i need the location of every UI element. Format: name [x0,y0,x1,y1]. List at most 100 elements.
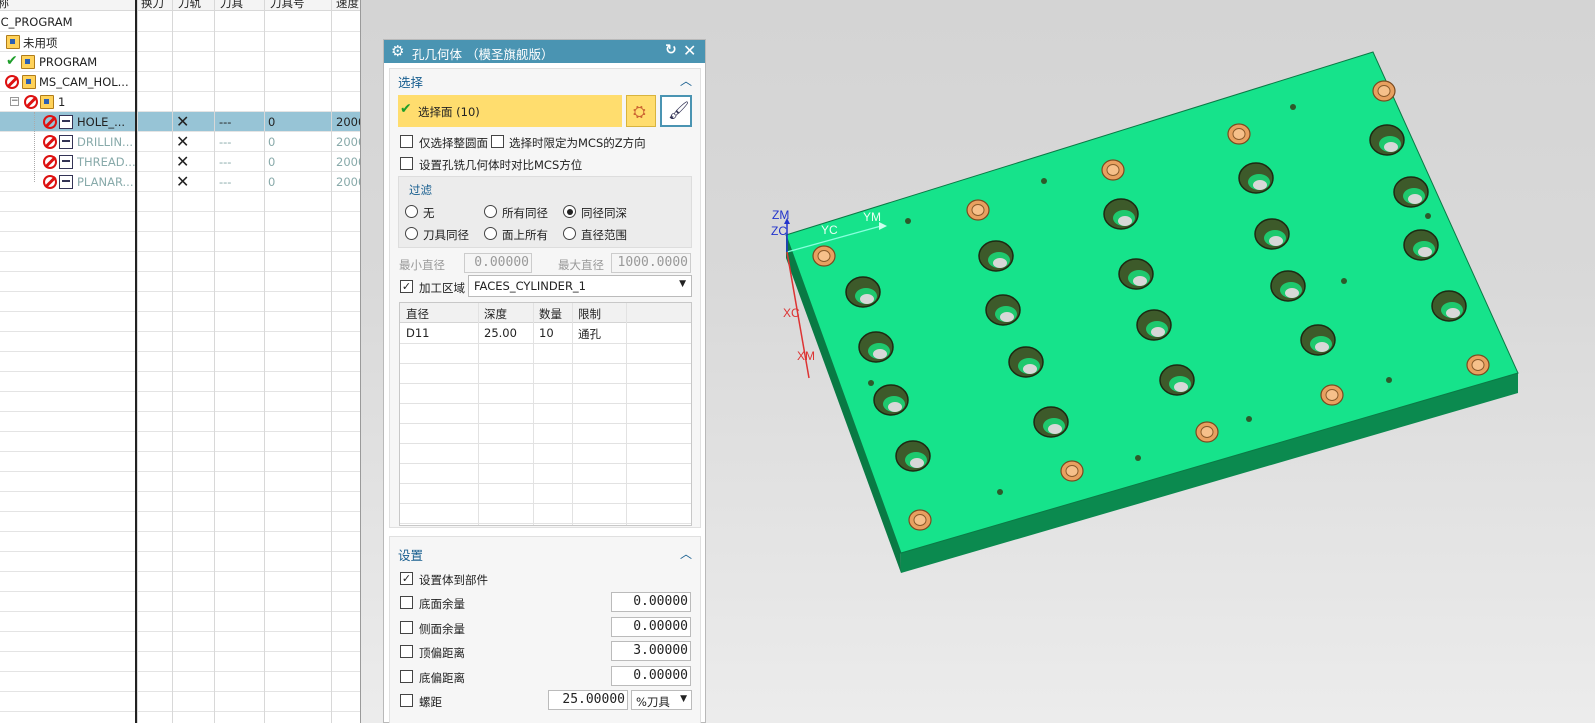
machining-area-select[interactable]: FACES_CYLINDER_1 ▼ [468,275,692,297]
tool-cell: --- [219,135,232,149]
paint-select-button[interactable]: 🖌 [660,95,692,127]
tree-row-ms-cam-hole[interactable]: MS_CAM_HOL... [0,72,361,92]
pitch-checkbox[interactable] [400,694,413,707]
filter-on-face-radio[interactable] [484,227,497,240]
pitch-input[interactable]: 25.00000 [548,690,628,710]
empty-row [0,672,361,692]
row-label: 1 [58,95,66,109]
tree-row-program[interactable]: ✔ PROGRAM [0,52,361,72]
table-row-line [400,503,691,504]
th-count[interactable]: 数量 [539,306,562,322]
tree-splitter[interactable] [135,0,137,723]
th-diameter[interactable]: 直径 [406,306,429,322]
hole-bottom [1253,180,1267,190]
empty-row [0,372,361,392]
bottom-stock-checkbox[interactable] [400,596,413,609]
filter-same-dia-label: 所有同径 [502,206,548,220]
table-row-line [400,523,691,524]
filter-same-dia-radio[interactable] [484,205,497,218]
hole-bottom [1118,216,1132,226]
no-entry-icon [43,135,57,149]
bottom-offset-checkbox[interactable] [400,670,413,683]
table-row-line [400,483,691,484]
compare-mcs-checkbox[interactable] [400,157,413,170]
col-speed[interactable]: 速度 [336,0,359,11]
mcs-z-checkbox[interactable] [491,135,504,148]
empty-row [0,292,361,312]
hole-table[interactable]: 直径 深度 数量 限制 D11 25.00 10 通孔 [399,302,692,526]
collapse-icon[interactable]: − [10,97,19,106]
filter-none-radio[interactable] [405,205,418,218]
top-offset-label: 顶偏距离 [419,646,465,660]
bottom-offset-input[interactable]: 0.00000 [611,666,691,686]
pitch-unit-select[interactable]: %刀具 ▼ [631,690,692,710]
small-hole [1425,213,1431,219]
tree-row-group-1[interactable]: − 1 [0,92,361,112]
tree-row-thread-op[interactable]: THREAD... ✕ --- 0 2000 [0,152,361,172]
settings-section-title[interactable]: 设置 [398,545,423,564]
pitch-label: 螺距 [419,695,442,709]
folder-icon [6,35,20,49]
small-hole [997,489,1003,495]
small-hole [1246,416,1252,422]
mcs-z-label: 选择时限定为MCS的Z方向 [509,136,646,150]
collapse-chevron-icon[interactable]: ︿ [680,545,692,562]
empty-row [0,252,361,272]
hole-bore [1065,465,1079,477]
th-limit[interactable]: 限制 [578,306,601,322]
small-hole [868,380,874,386]
col-tool[interactable]: 刀具 [220,0,243,11]
column-divider [331,0,332,723]
zm-label: ZM [772,208,789,222]
tree-row-planar-op[interactable]: PLANAR... ✕ --- 0 2000 [0,172,361,192]
bottom-stock-input[interactable]: 0.00000 [611,592,691,612]
hole-bottom [993,258,1007,268]
machining-area-checkbox[interactable]: ✓ [400,280,413,293]
bottom-stock-label: 底面余量 [419,597,465,611]
full-circle-checkbox[interactable] [400,135,413,148]
min-dia-input[interactable]: 0.00000 [464,253,532,273]
top-offset-input[interactable]: 3.00000 [611,641,691,661]
min-dia-label: 最小直径 [399,258,445,272]
select-section-title[interactable]: 选择 [398,72,423,91]
max-dia-input[interactable]: 1000.0000 [611,253,691,273]
filter-tool-dia-radio[interactable] [405,227,418,240]
no-entry-icon [5,75,19,89]
small-hole [1135,455,1141,461]
close-icon[interactable]: ✕ [683,41,696,60]
brush-icon: 🖌 [668,101,690,121]
table-row-line [400,363,691,364]
tree-row-unused[interactable]: 未用项 [0,32,361,52]
hole-bottom [1000,312,1014,322]
collapse-chevron-icon[interactable]: ︿ [680,72,692,89]
hole-bottom [1446,308,1460,318]
no-entry-icon [24,95,38,109]
ym-label: YM [863,210,881,224]
side-stock-input[interactable]: 0.00000 [611,617,691,637]
empty-row [0,492,361,512]
col-toolpath[interactable]: 刀轨 [178,0,201,11]
top-offset-checkbox[interactable] [400,645,413,658]
col-name[interactable]: 名称 [0,0,9,11]
col-tool-number[interactable]: 刀具号 [270,0,305,11]
set-body-checkbox[interactable]: ✓ [400,572,413,585]
hole-bore [1200,426,1214,438]
face-selector-button[interactable]: ⛭ [626,95,656,127]
hole-bottom [1269,236,1283,246]
hole-bore [1325,389,1339,401]
filter-same-dia-depth-radio[interactable] [563,205,576,218]
tree-row-drilling-op[interactable]: DRILLIN... ✕ --- 0 2000 [0,132,361,152]
tree-row-nc-program[interactable]: NC_PROGRAM [0,12,361,32]
reset-icon[interactable]: ↻ [665,42,677,58]
machining-area-value: FACES_CYLINDER_1 [474,279,587,293]
select-face-button[interactable]: ✔ 选择面 (10) [398,95,622,127]
filter-dia-range-radio[interactable] [563,227,576,240]
dialog-titlebar[interactable]: ⚙ 孔几何体 （模圣旗舰版） ↻ ✕ [384,40,705,63]
cell-limit: 通孔 [578,327,601,341]
speed-cell: 2000 [336,135,361,149]
tree-row-hole-op[interactable]: HOLE_... ✕ --- 0 2000 [0,112,361,132]
th-depth[interactable]: 深度 [484,306,507,322]
check-icon: ✔ [400,101,412,117]
col-tool-change[interactable]: 换刀 [141,0,164,11]
side-stock-checkbox[interactable] [400,621,413,634]
